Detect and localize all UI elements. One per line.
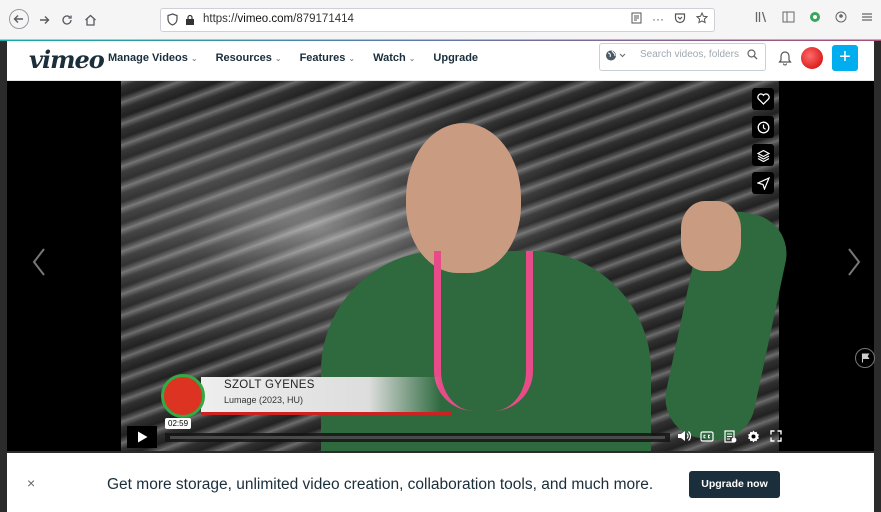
nav-label: Resources [215,52,272,64]
transcript-icon[interactable] [723,429,737,443]
lower-third-underline [201,412,451,415]
nav-features[interactable]: Features ⌄ [300,52,356,64]
play-button[interactable] [127,426,157,448]
lock-icon[interactable] [185,14,195,25]
page-actions-button[interactable]: ··· [652,12,664,27]
upgrade-banner-text: Get more storage, unlimited video creati… [107,476,654,493]
nav-label: Watch [373,52,406,64]
nav-manage-videos[interactable]: Manage Videos ⌄ [108,52,198,64]
nav-upgrade[interactable]: Upgrade [433,52,478,64]
watch-later-button[interactable] [752,116,774,138]
pocket-icon[interactable] [674,12,686,27]
bookmark-star-icon[interactable] [695,11,709,27]
url-text[interactable]: https://vimeo.com/879171414 [203,13,354,25]
speaker-subtitle: Lumage (2023, HU) [224,395,304,405]
like-button[interactable] [752,88,774,110]
browser-toolbar: https://vimeo.com/879171414 ··· [0,0,881,40]
nav-label: Upgrade [433,52,479,64]
vimeo-logo[interactable]: vimeo [29,45,105,74]
url-domain: vimeo.com [237,13,294,25]
url-prefix: https:// [203,13,238,25]
previous-video-arrow-icon[interactable] [31,247,47,277]
video-player[interactable]: SZOLT GYENES Lumage (2023, HU) 02:59 [7,81,874,451]
cc-icon[interactable] [700,429,714,443]
new-video-button[interactable]: + [832,45,858,71]
forward-button[interactable] [34,10,54,30]
sidebar-icon[interactable] [782,11,795,26]
speaker-name: SZOLT GYENES [224,379,315,391]
report-flag-icon[interactable] [855,348,875,368]
main-nav: Manage Videos ⌄ Resources ⌄ Features ⌄ Watc… [108,52,478,64]
back-button[interactable] [9,9,29,29]
progress-bar[interactable] [165,433,670,442]
share-button[interactable] [752,172,774,194]
menu-icon[interactable] [861,11,873,26]
volume-icon[interactable] [677,429,691,443]
heart-icon [756,93,770,105]
notifications-bell-icon[interactable] [777,50,793,66]
player-side-actions [752,88,774,194]
search-input[interactable] [638,48,742,61]
play-icon [137,431,147,443]
chevron-down-icon: ⌄ [274,54,282,63]
lower-third-logo-icon [161,374,205,418]
player-controls: 02:59 [121,418,782,451]
upgrade-now-button[interactable]: Upgrade now [689,471,780,498]
address-bar[interactable]: https://vimeo.com/879171414 ··· [160,8,715,32]
search-icon[interactable] [747,49,758,63]
fullscreen-icon[interactable] [769,429,783,443]
site-header: vimeo Manage Videos ⌄ Resources ⌄ Features… [7,41,874,81]
collections-button[interactable] [752,144,774,166]
upgrade-banner: × Get more storage, unlimited video crea… [7,453,874,512]
library-icon[interactable] [755,11,768,26]
progress-track[interactable] [170,436,665,439]
nav-watch[interactable]: Watch ⌄ [373,52,415,64]
send-icon [756,176,770,190]
chevron-down-icon: ⌄ [348,54,356,63]
nav-label: Features [299,52,346,64]
account-icon[interactable] [835,11,847,26]
clock-icon [757,121,769,133]
nav-resources[interactable]: Resources ⌄ [216,52,282,64]
search-scope-dropdown[interactable] [605,49,631,65]
layers-icon [756,149,770,162]
avatar[interactable] [801,47,823,69]
home-button[interactable] [80,10,100,30]
video-subject-hand [681,201,741,271]
search-box [599,43,766,71]
chevron-down-icon: ⌄ [190,54,198,63]
reload-button[interactable] [57,10,77,30]
name-lower-third: SZOLT GYENES Lumage (2023, HU) [161,374,451,419]
next-video-arrow-icon[interactable] [846,247,862,277]
tracking-shield-icon[interactable] [167,13,178,26]
close-icon[interactable]: × [27,475,35,491]
reader-view-icon[interactable] [631,12,642,27]
url-path: /879171414 [293,13,354,25]
time-tooltip: 02:59 [165,418,192,429]
chevron-down-icon: ⌄ [408,54,416,63]
settings-icon[interactable] [746,429,760,443]
extension-icon[interactable] [809,11,821,26]
nav-label: Manage Videos [108,52,188,64]
